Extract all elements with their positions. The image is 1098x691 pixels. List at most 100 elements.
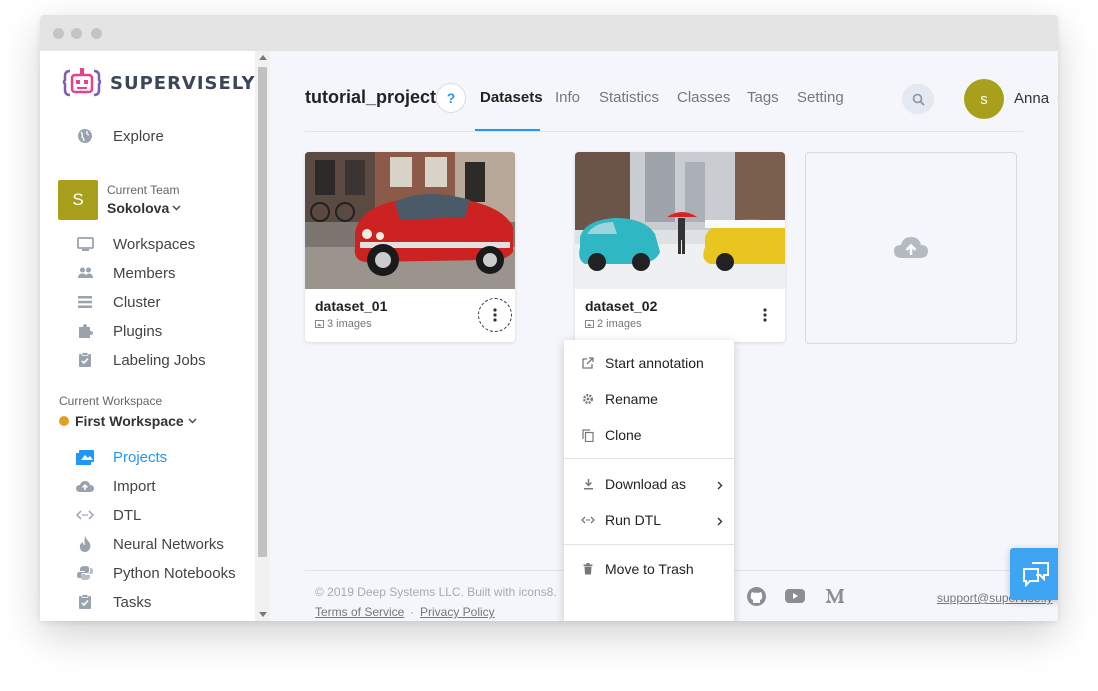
dataset-menu-button[interactable] xyxy=(478,298,512,332)
tab-setting[interactable]: Setting xyxy=(797,89,844,106)
image-icon xyxy=(76,448,94,466)
chevron-down-icon xyxy=(172,205,181,211)
menu-item-download-as[interactable]: Download as xyxy=(564,466,734,502)
tab-classes[interactable]: Classes xyxy=(677,89,730,106)
footer-separator: · xyxy=(410,605,414,619)
flame-icon xyxy=(76,535,94,553)
window-minimize-dot[interactable] xyxy=(71,28,82,39)
browser-window: SUPERVISELY Explore S Current Team Sokol… xyxy=(40,15,1058,621)
current-workspace-label: Current Workspace xyxy=(59,394,163,408)
sidebar-item-label: Neural Networks xyxy=(113,535,224,553)
workspace-status-dot xyxy=(59,416,69,426)
dataset-context-menu: Start annotation Rename Clone Download a… xyxy=(564,340,734,621)
globe-icon xyxy=(76,127,94,145)
upload-dataset-card[interactable] xyxy=(805,152,1017,344)
tab-tags[interactable]: Tags xyxy=(747,89,779,106)
workspace-name: First Workspace xyxy=(75,413,184,429)
tab-statistics[interactable]: Statistics xyxy=(599,89,659,106)
chevron-right-icon xyxy=(717,513,723,529)
sidebar-item-dtl[interactable]: DTL xyxy=(76,504,141,526)
sidebar-item-neural-networks[interactable]: Neural Networks xyxy=(76,533,224,555)
dataset-thumbnail[interactable] xyxy=(305,152,515,289)
dataset-name[interactable]: dataset_02 xyxy=(585,298,657,314)
menu-item-rename[interactable]: Rename xyxy=(564,381,734,417)
menu-item-label: Move to Trash xyxy=(605,561,694,577)
menu-item-label: Download as xyxy=(605,476,686,492)
sidebar-scrollbar[interactable] xyxy=(255,51,270,621)
chat-button[interactable] xyxy=(1010,548,1058,600)
brand-logo[interactable]: SUPERVISELY xyxy=(62,65,256,101)
sidebar-item-projects[interactable]: Projects xyxy=(76,446,167,468)
header-divider xyxy=(305,131,1023,132)
sidebar-item-workspaces[interactable]: Workspaces xyxy=(76,233,195,255)
dataset-menu-button[interactable] xyxy=(748,298,782,332)
youtube-icon[interactable] xyxy=(785,586,805,606)
chat-icon xyxy=(1023,562,1049,587)
chevron-down-icon xyxy=(188,418,197,424)
sidebar-item-tasks[interactable]: Tasks xyxy=(76,591,151,613)
user-avatar[interactable]: s xyxy=(964,79,1004,119)
sidebar-item-cluster[interactable]: Cluster xyxy=(76,291,161,313)
menu-item-label: Rename xyxy=(605,391,658,407)
dataset-thumbnail[interactable] xyxy=(575,152,785,289)
window-maximize-dot[interactable] xyxy=(91,28,102,39)
scroll-up-icon[interactable] xyxy=(259,55,267,60)
tab-info[interactable]: Info xyxy=(555,89,580,106)
sidebar-item-label: Explore xyxy=(113,127,164,145)
menu-item-start-annotation[interactable]: Start annotation xyxy=(564,345,734,381)
medium-icon[interactable] xyxy=(825,586,845,606)
sidebar-item-explore[interactable]: Explore xyxy=(76,125,164,147)
sidebar-item-plugins[interactable]: Plugins xyxy=(76,320,162,342)
copy-icon xyxy=(581,428,595,442)
project-title: tutorial_project xyxy=(305,87,437,107)
brand-name: SUPERVISELY xyxy=(110,72,256,94)
people-icon xyxy=(76,264,94,282)
team-name: Sokolova xyxy=(107,200,170,216)
terms-link[interactable]: Terms of Service xyxy=(315,605,404,619)
github-icon[interactable] xyxy=(746,586,766,606)
sidebar-item-python-notebooks[interactable]: Python Notebooks xyxy=(76,562,236,584)
chevron-down-icon xyxy=(1057,96,1058,102)
team-avatar[interactable]: S xyxy=(58,180,98,220)
dataset-card[interactable]: dataset_01 3 images xyxy=(305,152,515,342)
privacy-link[interactable]: Privacy Policy xyxy=(420,605,495,619)
window-titlebar xyxy=(40,15,1058,51)
workspace-selector[interactable]: First Workspace xyxy=(59,413,197,429)
sidebar: SUPERVISELY Explore S Current Team Sokol… xyxy=(40,51,270,621)
menu-divider xyxy=(564,544,734,545)
menu-item-run-dtl[interactable]: Run DTL xyxy=(564,502,734,538)
dataset-card[interactable]: dataset_02 2 images xyxy=(575,152,785,342)
sidebar-item-label: Import xyxy=(113,477,156,495)
monitor-icon xyxy=(76,235,94,253)
python-icon xyxy=(76,564,94,582)
sidebar-item-members[interactable]: Members xyxy=(76,262,176,284)
scroll-down-icon[interactable] xyxy=(259,612,267,617)
cloud-upload-icon xyxy=(894,237,928,258)
main-content: tutorial_project ? Datasets Info Statist… xyxy=(270,51,1058,621)
user-name: Anna xyxy=(1014,90,1050,107)
search-button[interactable] xyxy=(902,84,934,114)
menu-item-label: Start annotation xyxy=(605,355,704,371)
current-team-label: Current Team xyxy=(107,183,180,197)
user-menu[interactable]: Anna xyxy=(1014,90,1058,107)
sidebar-item-label: Members xyxy=(113,264,176,282)
team-selector[interactable]: Sokolova xyxy=(107,200,181,216)
menu-item-clone[interactable]: Clone xyxy=(564,417,734,453)
more-vertical-icon xyxy=(763,308,767,322)
dataset-image-count-label: 2 images xyxy=(597,318,642,330)
window-close-dot[interactable] xyxy=(53,28,64,39)
external-link-icon xyxy=(581,356,595,370)
chevron-right-icon xyxy=(717,477,723,493)
help-button[interactable]: ? xyxy=(436,83,466,113)
sidebar-item-label: DTL xyxy=(113,506,142,524)
sidebar-item-labeling-jobs[interactable]: Labeling Jobs xyxy=(76,349,206,371)
image-icon xyxy=(585,320,594,328)
sidebar-item-import[interactable]: Import xyxy=(76,475,156,497)
sidebar-item-label: Python Notebooks xyxy=(113,564,236,582)
search-icon xyxy=(912,93,925,106)
tab-datasets[interactable]: Datasets xyxy=(480,89,543,106)
dataset-name[interactable]: dataset_01 xyxy=(315,298,387,314)
scroll-thumb[interactable] xyxy=(258,67,267,557)
puzzle-icon xyxy=(76,322,94,340)
menu-item-move-to-trash[interactable]: Move to Trash xyxy=(564,551,734,587)
